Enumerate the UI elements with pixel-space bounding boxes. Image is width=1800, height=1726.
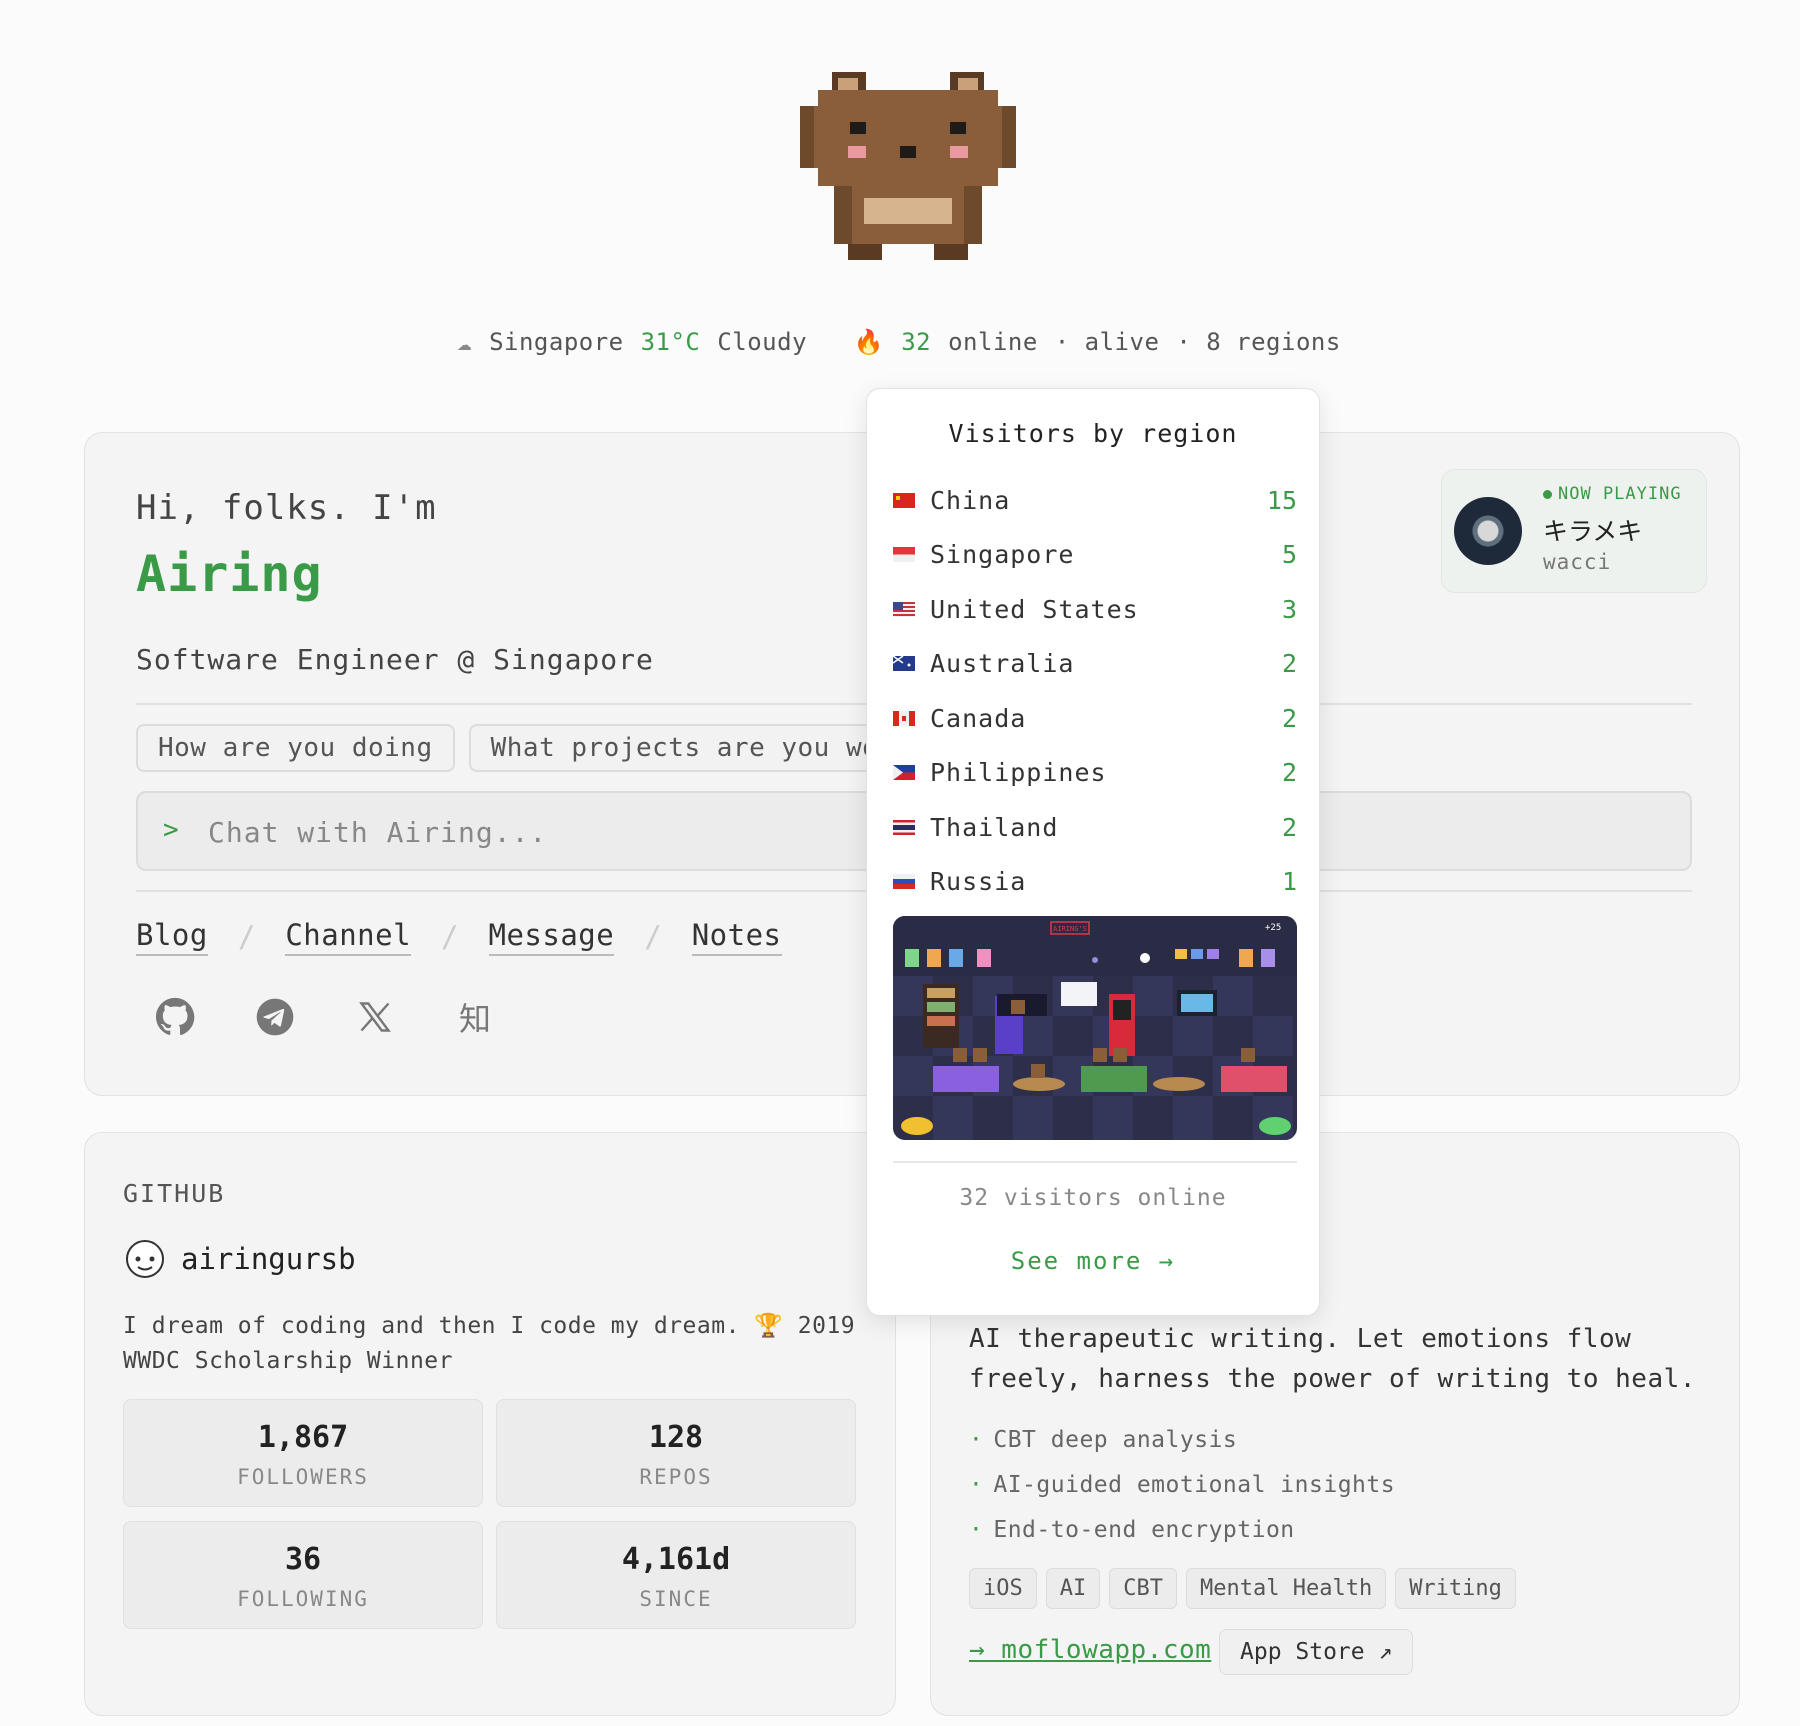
region-row: Thailand 2 [893,800,1297,855]
stat-label: FOLLOWERS [237,1465,369,1489]
display-name: Airing [136,545,323,603]
flag-singapore-icon [893,547,915,563]
region-row: China 15 [893,473,1297,528]
suggestion-chip[interactable]: How are you doing [136,724,455,772]
tag-list: iOS AI CBT Mental Health Writing [969,1568,1516,1609]
online-label[interactable]: online [948,328,1038,356]
chat-prompt-icon: > [163,815,179,845]
stat-value: 1,867 [257,1420,349,1455]
flag-canada-icon [893,710,915,726]
city: Singapore [489,328,624,356]
github-bio: I dream of coding and then I code my dre… [123,1313,856,1374]
stat-value: 128 [648,1420,704,1455]
telegram-icon[interactable] [249,991,301,1043]
region-list: China 15 Singapore 5 United States 3 Aus… [893,473,1297,909]
tag: iOS [969,1568,1037,1609]
fire-icon: 🔥 [853,328,885,356]
nav-channel[interactable]: Channel [285,918,412,956]
github-card: GITHUB airingursb I dream of coding and … [84,1132,896,1716]
status-bar: ☁ Singapore 31°C Cloudy 🔥 32 online · al… [0,328,1800,356]
online-count[interactable]: 32 [901,328,931,356]
flag-russia-icon [893,874,915,890]
stat-value: 36 [284,1542,322,1577]
album-art [1454,497,1522,565]
room-counter: +25 [1265,923,1281,933]
divider [893,1161,1297,1163]
pixel-bear-icon [800,72,1016,260]
stat-label: SINCE [639,1587,713,1611]
stat-value: 4,161d [621,1542,731,1577]
nav-blog[interactable]: Blog [136,918,208,956]
region-row: Philippines 2 [893,746,1297,801]
github-heading: GITHUB [123,1179,226,1208]
app-store-button[interactable]: App Store ↗ [1219,1629,1414,1675]
region-row: Australia 2 [893,637,1297,692]
list-item: · AI-guided emotional insights [969,1472,1396,1498]
alive-label: · alive [1054,328,1160,356]
nav-links: Blog / Channel / Message / Notes [136,918,782,956]
cloud-icon: ☁ [457,328,473,356]
weather-condition: Cloudy [717,328,808,356]
stat-since: 4,161d SINCE [496,1521,856,1629]
github-icon[interactable] [149,991,201,1043]
list-item: · End-to-end encryption [969,1517,1295,1543]
stat-followers: 1,867 FOLLOWERS [123,1399,483,1507]
zhihu-icon[interactable]: 知 [449,991,501,1043]
see-more-link[interactable]: See more → [867,1247,1319,1275]
now-playing-card[interactable]: NOW PLAYING キラメキ wacci [1441,469,1707,593]
room-sign: AIRING'S [1053,925,1087,933]
now-playing-label: NOW PLAYING [1543,484,1682,504]
stat-repos: 128 REPOS [496,1399,856,1507]
tag: AI [1045,1568,1101,1609]
stat-label: REPOS [639,1465,713,1489]
temperature: 31°C [640,328,701,356]
flag-china-icon [893,492,915,508]
social-links: 知 [149,991,501,1043]
nav-separator: / [441,920,459,954]
flag-philippines-icon [893,765,915,781]
avatar [800,72,1016,260]
feature-list: · CBT deep analysis · AI-guided emotional … [969,1418,1395,1553]
github-avatar-icon [126,1240,164,1278]
region-row: United States 3 [893,582,1297,637]
popover-title: Visitors by region [948,419,1238,448]
nav-separator: / [644,920,662,954]
region-row: Singapore 5 [893,528,1297,583]
virtual-room-preview[interactable]: AIRING'S +25 [893,916,1297,1140]
tag: Mental Health [1186,1568,1387,1609]
visitors-popover: Visitors by region China 15 Singapore 5 … [866,388,1320,1316]
x-icon[interactable] [349,991,401,1043]
nav-notes[interactable]: Notes [691,918,782,956]
flag-united-states-icon [893,601,915,617]
github-stats: 1,867 FOLLOWERS 128 REPOS 36 FOLLOWING 4… [123,1399,856,1629]
region-row: Canada 2 [893,691,1297,746]
job-title: Software Engineer @ Singapore [136,643,654,676]
region-row: Russia 1 [893,855,1297,910]
flag-thailand-icon [893,819,915,835]
nav-separator: / [237,920,256,954]
stat-following: 36 FOLLOWING [123,1521,483,1629]
tag: CBT [1109,1568,1177,1609]
regions-label[interactable]: · 8 regions [1176,328,1340,356]
nav-message[interactable]: Message [488,918,615,956]
song-title: キラメキ [1543,517,1643,546]
flag-australia-icon [893,656,915,672]
visitors-online-text: 32 visitors online [959,1185,1227,1211]
github-username[interactable]: airingursb [181,1242,356,1276]
song-artist: wacci [1543,550,1612,574]
tag: Writing [1395,1568,1516,1609]
list-item: · CBT deep analysis [969,1427,1238,1453]
greeting: Hi, folks. I'm [136,488,437,528]
project-description: AI therapeutic writing. Let emotions flo… [969,1324,1696,1394]
project-website-link[interactable]: → moflowapp.com [969,1635,1211,1665]
stat-label: FOLLOWING [237,1587,369,1611]
github-user[interactable]: airingursb [123,1237,356,1281]
